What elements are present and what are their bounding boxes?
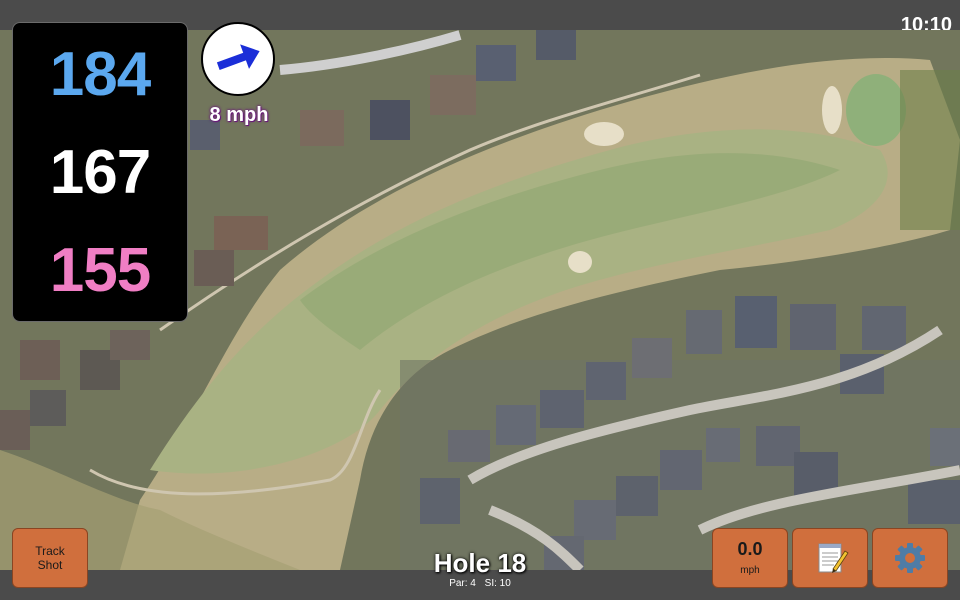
- track-shot-label-line2: Shot: [37, 558, 63, 572]
- putting-green: [846, 74, 906, 146]
- speed-unit: mph: [740, 565, 760, 576]
- gear-icon: [895, 543, 925, 573]
- distance-back-of-green: 184: [49, 40, 151, 109]
- hole-title: Hole 18: [433, 548, 527, 578]
- hole-stroke-index: SI: 10: [484, 578, 511, 589]
- hole-info: Par: 4 SI: 10: [380, 578, 580, 589]
- bunker: [822, 86, 842, 134]
- track-shot-label-line1: Track: [35, 544, 65, 558]
- distance-middle-of-green: 167: [49, 138, 151, 207]
- speed-value: 0.0: [737, 539, 763, 559]
- distance-front-of-green: 155: [49, 236, 151, 305]
- bunker: [584, 122, 624, 146]
- notepad-icon: [818, 543, 849, 573]
- distance-panel: 184 167 155: [12, 22, 188, 322]
- wind-direction-dial: [201, 22, 275, 96]
- arrow-northeast-icon: [216, 44, 260, 70]
- bunker: [568, 251, 592, 273]
- notes-button[interactable]: [792, 528, 868, 588]
- track-shot-button[interactable]: Track Shot: [12, 528, 88, 588]
- golf-gps-screen: 10:10 184 167 155 8 mph Track Shot Hole …: [0, 0, 960, 600]
- hole-par: Par: 4: [449, 578, 476, 589]
- speed-button[interactable]: 0.0 mph: [712, 528, 788, 588]
- settings-button[interactable]: [872, 528, 948, 588]
- wind-speed: 8 mph: [209, 104, 269, 126]
